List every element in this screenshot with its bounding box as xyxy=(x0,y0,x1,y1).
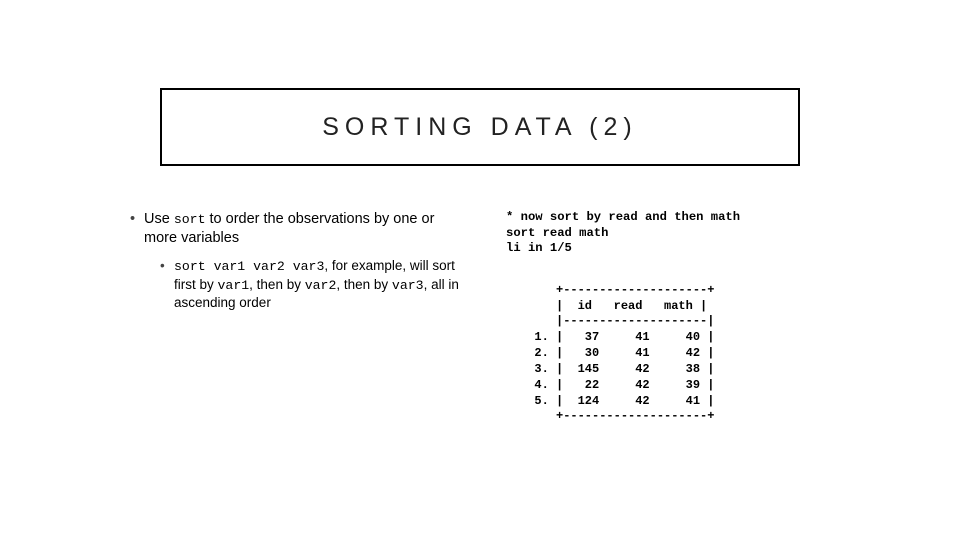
table-row: 5. | 124 42 41 | xyxy=(520,394,714,408)
code-line: sort read math xyxy=(506,226,608,240)
title-container: SORTING DATA (2) xyxy=(160,88,800,166)
table-row: 4. | 22 42 39 | xyxy=(520,378,714,392)
content-area: Use sort to order the observations by on… xyxy=(130,210,840,425)
stata-output: +--------------------+ | id read math | … xyxy=(520,283,836,425)
code-line: li in 1/5 xyxy=(506,241,572,255)
code-column: * now sort by read and then math sort re… xyxy=(506,210,836,425)
page-title: SORTING DATA (2) xyxy=(322,113,637,142)
code-line: * now sort by read and then math xyxy=(506,210,740,224)
code-span-var3: var3 xyxy=(392,278,424,293)
text-span: , then by xyxy=(249,277,305,292)
code-span-var2: var2 xyxy=(305,278,337,293)
sub-bullet-list: sort var1 var2 var3, for example, will s… xyxy=(144,257,470,311)
text-span: , then by xyxy=(336,277,392,292)
sub-bullet: sort var1 var2 var3, for example, will s… xyxy=(160,257,470,311)
table-row: 3. | 145 42 38 | xyxy=(520,362,714,376)
output-border: +--------------------+ xyxy=(520,409,714,423)
code-span-sortvars: sort var1 var2 var3 xyxy=(174,259,324,274)
main-bullet-list: Use sort to order the observations by on… xyxy=(130,210,470,311)
output-border: +--------------------+ xyxy=(520,283,714,297)
stata-code: * now sort by read and then math sort re… xyxy=(506,210,836,257)
table-row: 2. | 30 41 42 | xyxy=(520,346,714,360)
output-header: | id read math | xyxy=(520,299,707,313)
output-divider: |--------------------| xyxy=(520,314,714,328)
code-span-sort: sort xyxy=(174,212,206,227)
table-row: 1. | 37 41 40 | xyxy=(520,330,714,344)
code-span-var1: var1 xyxy=(218,278,250,293)
text-column: Use sort to order the observations by on… xyxy=(130,210,470,425)
main-bullet: Use sort to order the observations by on… xyxy=(130,210,470,311)
text-span: Use xyxy=(144,211,174,227)
